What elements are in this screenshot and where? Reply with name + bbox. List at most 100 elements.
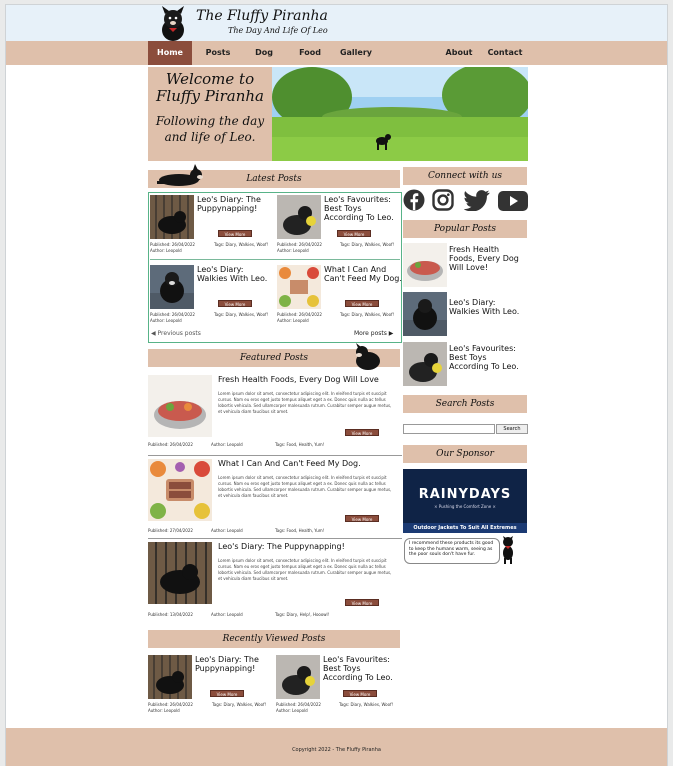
post-tags[interactable]: Tags: Diary, Help!, Hooowl! [275, 611, 329, 618]
featured-post: What I Can And Can't Feed My Dog. Lorem … [148, 459, 402, 539]
featured-title[interactable]: Fresh Health Foods, Every Dog Will Love [218, 375, 379, 384]
main-nav: Home Posts Dog Diary Food Gallery About … [6, 41, 667, 81]
post-thumbnail[interactable] [277, 265, 321, 309]
popular-posts-heading: Popular Posts [403, 220, 527, 238]
search-input[interactable] [403, 424, 495, 434]
post-tags[interactable]: Tags: Diary, Walkies, Woof! [214, 241, 268, 248]
site-title[interactable]: The Fluffy Piranha [196, 8, 328, 24]
post-tags[interactable]: Tags: Food, Health, Yum! [275, 441, 324, 448]
site-tagline: The Day And Life Of Leo [228, 26, 328, 35]
standing-dog-icon [503, 536, 513, 564]
view-more-button[interactable]: View More [218, 230, 252, 237]
view-more-button[interactable]: View More [345, 599, 379, 606]
nav-about[interactable]: About [444, 41, 474, 65]
more-posts-link[interactable]: More posts ▶ [354, 330, 393, 337]
post-tags[interactable]: Tags: Diary, Walkies, Woof! [339, 701, 393, 708]
post-tags[interactable]: Tags: Food, Health, Yum! [275, 527, 324, 534]
popular-thumbnail [403, 292, 447, 336]
hero-subtitle: Following the day and life of Leo. [155, 114, 265, 144]
nav-posts[interactable]: Posts [202, 41, 234, 65]
post-thumbnail[interactable] [148, 655, 192, 699]
post-author: Author: Leopold [277, 318, 309, 323]
view-more-button[interactable]: View More [210, 690, 244, 697]
nav-contact[interactable]: Contact [487, 41, 523, 65]
latest-post-card: Leo's Diary: Walkies With Leo. View More… [150, 265, 275, 333]
popular-thumbnail [403, 243, 447, 287]
instagram-icon[interactable] [432, 189, 454, 211]
featured-thumbnail[interactable] [148, 542, 212, 604]
post-author: Author: Leopold [150, 318, 182, 323]
view-more-button[interactable]: View More [218, 300, 252, 307]
latest-posts-box: Leo's Diary: The Puppynapping! View More… [148, 192, 402, 343]
view-more-button[interactable]: View More [343, 690, 377, 697]
latest-post-card: Leo's Favourites: Best Toys According To… [277, 195, 402, 263]
post-tags[interactable]: Tags: Diary, Walkies, Woof! [340, 241, 394, 248]
dog-speech-bubble: I recommend these products its good to k… [404, 538, 500, 564]
post-author: Author: Leopold [211, 612, 243, 617]
nav-dog-diary[interactable]: Dog Diary [242, 41, 286, 81]
recently-viewed-heading: Recently Viewed Posts [148, 630, 400, 648]
nav-home[interactable]: Home [148, 41, 192, 65]
view-more-button[interactable]: View More [345, 300, 379, 307]
recent-post-card: Leo's Diary: The Puppynapping! View More… [148, 655, 273, 723]
popular-post[interactable]: Leo's Favourites: Best Toys According To… [403, 342, 527, 386]
featured-excerpt: Lorem ipsum dolor sit amet, consectetur … [218, 391, 392, 414]
post-thumbnail[interactable] [150, 195, 194, 239]
featured-title[interactable]: Leo's Diary: The Puppynapping! [218, 542, 345, 551]
nav-gallery[interactable]: Gallery [337, 41, 375, 65]
sponsor-slogan: Outdoor Jackets To Suit All Extremes [403, 523, 527, 533]
sponsor-heading: Our Sponsor [403, 445, 527, 463]
post-author: Author: Leopold [148, 708, 180, 713]
previous-posts-link[interactable]: ◀ Previous posts [151, 330, 201, 337]
post-author: Author: Leopold [211, 528, 243, 533]
sponsor-banner[interactable]: RAINYDAYS × Pushing the Comfort Zone × O… [403, 469, 527, 533]
arrow-left-icon: ◀ [151, 330, 156, 337]
featured-title[interactable]: What I Can And Can't Feed My Dog. [218, 459, 361, 468]
youtube-icon[interactable] [498, 191, 528, 211]
hero-title: Welcome to Fluffy Piranha [155, 70, 264, 105]
post-title[interactable]: Leo's Diary: The Puppynapping! [197, 195, 275, 213]
hero-text: Welcome to Fluffy Piranha Following the … [148, 67, 272, 161]
featured-excerpt: Lorem ipsum dolor sit amet, consectetur … [218, 475, 392, 498]
site-header: The Fluffy Piranha The Day And Life Of L… [6, 5, 667, 41]
post-title[interactable]: Leo's Diary: The Puppynapping! [195, 655, 273, 673]
featured-thumbnail[interactable] [148, 459, 212, 521]
post-author: Author: Leopold [211, 442, 243, 447]
post-thumbnail[interactable] [277, 195, 321, 239]
sponsor-name: RAINYDAYS [418, 487, 512, 502]
lying-dog-icon [157, 164, 203, 186]
recent-post-card: Leo's Favourites: Best Toys According To… [276, 655, 401, 723]
view-more-button[interactable]: View More [345, 515, 379, 522]
post-title[interactable]: Leo's Favourites: Best Toys According To… [324, 195, 402, 222]
post-tags[interactable]: Tags: Diary, Walkies, Woof! [214, 311, 268, 318]
dog-logo-icon[interactable] [156, 6, 190, 42]
twitter-icon[interactable] [464, 190, 490, 211]
popular-post[interactable]: Fresh Health Foods, Every Dog Will Love! [403, 243, 527, 287]
post-thumbnail[interactable] [276, 655, 320, 699]
featured-post: Leo's Diary: The Puppynapping! Lorem ips… [148, 542, 402, 622]
featured-post: Fresh Health Foods, Every Dog Will Love … [148, 375, 402, 455]
hero-banner: Welcome to Fluffy Piranha Following the … [148, 67, 528, 161]
nav-food[interactable]: Food [296, 41, 324, 65]
search-button[interactable]: Search [496, 424, 528, 434]
facebook-icon[interactable] [403, 189, 425, 211]
previous-posts-label: Previous posts [157, 330, 201, 337]
post-title[interactable]: Leo's Favourites: Best Toys According To… [323, 655, 401, 682]
latest-post-card: Leo's Diary: The Puppynapping! View More… [150, 195, 275, 263]
sitting-dog-icon [356, 343, 380, 370]
post-title[interactable]: What I Can And Can't Feed My Dog. [324, 265, 402, 283]
footer-copyright: Copyright 2022 - The Fluffy Piranha [292, 747, 381, 753]
post-author: Author: Leopold [276, 708, 308, 713]
post-tags[interactable]: Tags: Diary, Walkies, Woof! [212, 701, 266, 708]
featured-divider [148, 538, 402, 539]
popular-title: Leo's Favourites: Best Toys According To… [449, 344, 519, 371]
view-more-button[interactable]: View More [337, 230, 371, 237]
popular-post[interactable]: Leo's Diary: Walkies With Leo. [403, 292, 527, 336]
post-tags[interactable]: Tags: Diary, Walkies, Woof! [340, 311, 394, 318]
featured-thumbnail[interactable] [148, 375, 212, 437]
post-thumbnail[interactable] [150, 265, 194, 309]
post-published: Published: 13/04/2022 [148, 612, 193, 617]
post-title[interactable]: Leo's Diary: Walkies With Leo. [197, 265, 275, 283]
view-more-button[interactable]: View More [345, 429, 379, 436]
more-posts-label: More posts [354, 330, 387, 337]
